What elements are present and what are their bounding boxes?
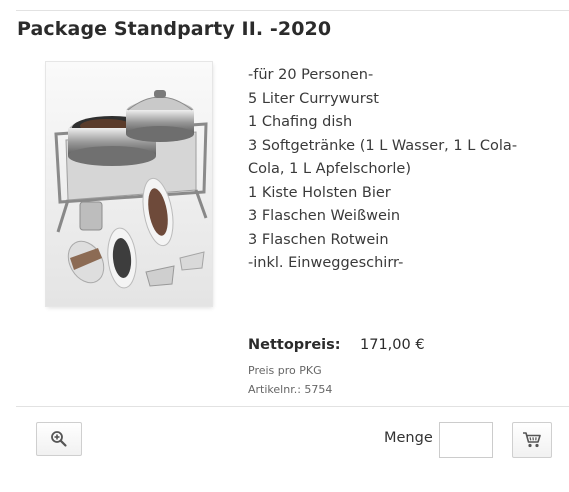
divider bbox=[16, 406, 569, 407]
description-line: 3 Softgetränke (1 L Wasser, 1 L Cola- bbox=[248, 137, 518, 154]
shopping-cart-icon bbox=[523, 432, 541, 448]
price-unit: Preis pro PKG bbox=[248, 364, 322, 377]
zoom-in-icon bbox=[51, 431, 67, 447]
price-label: Nettopreis: bbox=[248, 337, 341, 353]
description-line: 1 Chafing dish bbox=[248, 114, 353, 130]
zoom-button[interactable] bbox=[36, 422, 82, 456]
description-line: -für 20 Personen- bbox=[248, 67, 374, 83]
product-image bbox=[46, 62, 212, 306]
quantity-input[interactable] bbox=[439, 422, 493, 458]
quantity-label: Menge bbox=[384, 430, 433, 446]
article-number: Artikelnr.: 5754 bbox=[248, 383, 333, 396]
description-line: Cola, 1 L Apfelschorle) bbox=[248, 161, 411, 177]
description-line: -inkl. Einweggeschirr- bbox=[248, 255, 404, 271]
description-line: 1 Kiste Holsten Bier bbox=[248, 184, 391, 201]
product-title: Package Standparty II. -2020 bbox=[17, 18, 332, 40]
add-to-cart-button[interactable] bbox=[512, 422, 552, 458]
description-line: 3 Flaschen Rotwein bbox=[248, 231, 389, 248]
description-line: 5 Liter Currywurst bbox=[248, 90, 379, 107]
product-description: -für 20 Personen- 5 Liter Currywurst 1 C… bbox=[248, 64, 548, 276]
price-value: 171,00 € bbox=[360, 337, 425, 353]
description-line: 3 Flaschen Weißwein bbox=[248, 208, 401, 224]
price-row: Nettopreis: 171,00 € bbox=[248, 337, 425, 353]
